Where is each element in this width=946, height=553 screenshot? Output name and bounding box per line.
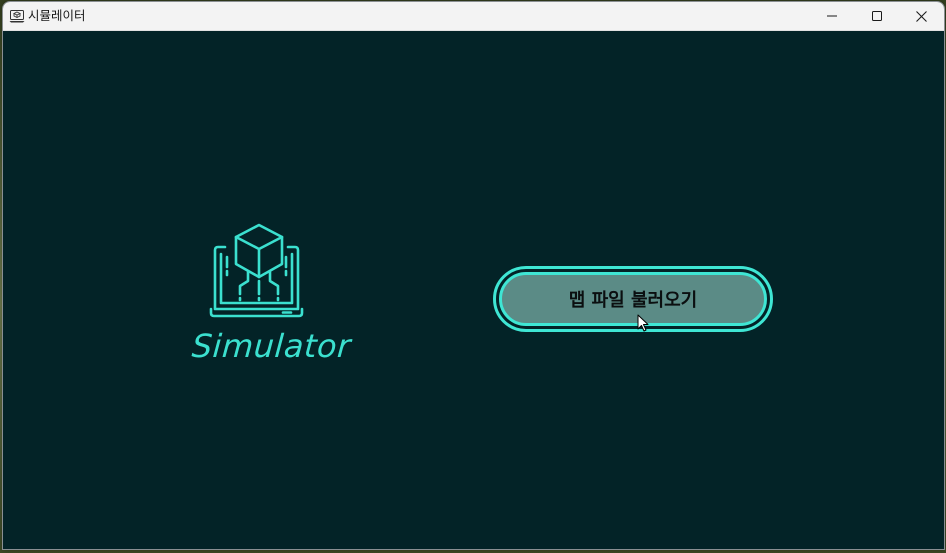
load-map-file-button-label: 맵 파일 불러오기 (568, 290, 698, 311)
close-icon (916, 10, 927, 22)
title-bar[interactable]: 시뮬레이터 (3, 2, 944, 31)
load-map-file-button[interactable]: 맵 파일 불러오기 (493, 266, 773, 332)
app-icon (9, 8, 25, 24)
app-window: 시뮬레이터 Simulator 맵 파일 불러오기 (2, 1, 945, 550)
laptop-cube-icon (209, 223, 304, 318)
window-title: 시뮬레이터 (28, 8, 86, 23)
close-button[interactable] (899, 2, 944, 30)
maximize-icon (871, 11, 882, 21)
load-map-file-button-face[interactable]: 맵 파일 불러오기 (499, 272, 767, 326)
logo-text: Simulator (190, 327, 353, 365)
maximize-button[interactable] (854, 2, 899, 30)
minimize-button[interactable] (809, 2, 854, 30)
minimize-icon (826, 15, 837, 17)
main-content: Simulator 맵 파일 불러오기 (3, 31, 944, 549)
